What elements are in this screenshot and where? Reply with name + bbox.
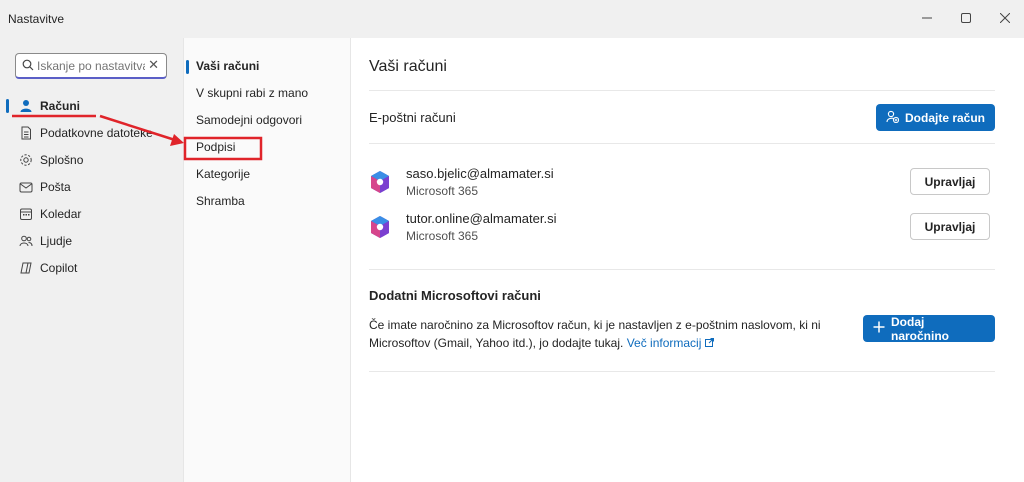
sidebar-item-label: Podatkovne datoteke bbox=[40, 125, 153, 140]
add-account-label: Dodajte račun bbox=[905, 110, 986, 125]
account-email: tutor.online@almamater.si bbox=[406, 211, 557, 226]
divider bbox=[369, 143, 995, 144]
add-account-button[interactable]: Dodajte račun bbox=[876, 104, 995, 131]
account-row: saso.bjelic@almamater.si Microsoft 365 bbox=[369, 166, 989, 206]
search-icon bbox=[22, 59, 34, 74]
sidebar-item-label: Copilot bbox=[40, 260, 78, 275]
manage-account-button[interactable]: Upravljaj bbox=[910, 168, 990, 195]
close-icon[interactable] bbox=[994, 8, 1016, 30]
additional-accounts-description: Če imate naročnino za Microsoftov račun,… bbox=[369, 316, 839, 352]
sidebar-item-label: Koledar bbox=[40, 206, 82, 221]
sidebar-item-label: Računi bbox=[40, 98, 81, 113]
data-file-icon bbox=[18, 125, 34, 141]
sidebar-item-label: Pošta bbox=[40, 179, 71, 194]
settings-categories: Računi Podatkovne datoteke Splošno Pošta… bbox=[0, 92, 183, 281]
sidebar-item-racuni[interactable]: Računi bbox=[0, 92, 183, 119]
sidebar-item-data-files[interactable]: Podatkovne datoteke bbox=[0, 119, 183, 146]
sidebar-item-general[interactable]: Splošno bbox=[0, 146, 183, 173]
subnav-item-signatures[interactable]: Podpisi bbox=[184, 139, 352, 166]
people-icon bbox=[18, 233, 34, 249]
settings-search[interactable]: ✕ bbox=[15, 53, 167, 79]
maximize-icon[interactable] bbox=[955, 8, 977, 30]
sidebar-item-people[interactable]: Ljudje bbox=[0, 227, 183, 254]
divider bbox=[369, 371, 995, 372]
title-bar: Nastavitve bbox=[0, 0, 1024, 38]
settings-sidebar: ✕ Računi Podatkovne datoteke Splošno Poš… bbox=[0, 38, 183, 482]
account-row: tutor.online@almamater.si Microsoft 365 bbox=[369, 211, 989, 251]
sidebar-item-mail[interactable]: Pošta bbox=[0, 173, 183, 200]
main-panel: Vaši računi E-poštni računi Dodajte raču… bbox=[351, 38, 1024, 482]
plus-icon bbox=[873, 321, 885, 336]
search-input[interactable] bbox=[37, 57, 145, 75]
divider bbox=[369, 90, 995, 91]
gear-icon bbox=[18, 152, 34, 168]
mail-icon bbox=[18, 179, 34, 195]
description-text: Če imate naročnino za Microsoftov račun,… bbox=[369, 318, 821, 350]
subnav-item-auto-replies[interactable]: Samodejni odgovori bbox=[184, 112, 352, 139]
minimize-icon[interactable] bbox=[916, 8, 938, 30]
account-type: Microsoft 365 bbox=[406, 184, 479, 198]
more-info-link[interactable]: Več informacij bbox=[627, 336, 714, 350]
window-title: Nastavitve bbox=[8, 12, 65, 26]
clear-search-icon[interactable]: ✕ bbox=[148, 57, 159, 73]
account-type: Microsoft 365 bbox=[406, 229, 479, 243]
email-accounts-heading: E-poštni računi bbox=[369, 110, 456, 125]
account-email: saso.bjelic@almamater.si bbox=[406, 166, 554, 181]
divider bbox=[369, 269, 995, 270]
sidebar-item-calendar[interactable]: Koledar bbox=[0, 200, 183, 227]
person-icon bbox=[18, 98, 34, 114]
manage-account-button[interactable]: Upravljaj bbox=[910, 213, 990, 240]
sidebar-item-copilot[interactable]: Copilot bbox=[0, 254, 183, 281]
add-person-icon bbox=[886, 110, 900, 126]
external-link-icon bbox=[704, 336, 714, 350]
additional-accounts-heading: Dodatni Microsoftovi računi bbox=[369, 288, 541, 303]
page-title: Vaši računi bbox=[369, 58, 447, 75]
add-subscription-label: Dodaj naročnino bbox=[891, 314, 950, 343]
accounts-subnav: Vaši računi V skupni rabi z mano Samodej… bbox=[183, 38, 351, 482]
sidebar-item-label: Ljudje bbox=[40, 233, 73, 248]
subnav-item-shared-with-me[interactable]: V skupni rabi z mano bbox=[184, 85, 352, 112]
calendar-icon bbox=[18, 206, 34, 222]
subnav-item-storage[interactable]: Shramba bbox=[184, 193, 352, 220]
add-subscription-button[interactable]: Dodaj naročnino bbox=[863, 314, 995, 343]
subnav-item-your-accounts[interactable]: Vaši računi bbox=[184, 58, 352, 85]
copilot-icon bbox=[18, 260, 34, 276]
microsoft-365-icon bbox=[369, 215, 391, 242]
sidebar-item-label: Splošno bbox=[40, 152, 84, 167]
subnav-item-categories[interactable]: Kategorije bbox=[184, 166, 352, 193]
microsoft-365-icon bbox=[369, 170, 391, 197]
subnav-list: Vaši računi V skupni rabi z mano Samodej… bbox=[184, 58, 352, 220]
